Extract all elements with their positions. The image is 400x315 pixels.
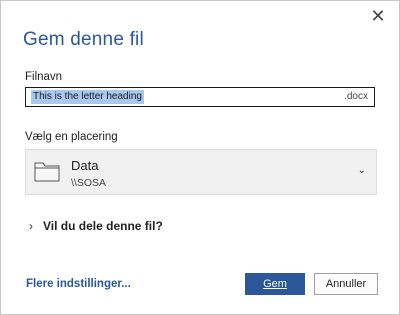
chevron-down-icon[interactable]: ⌄ (358, 165, 366, 176)
dialog-title: Gem denne fil (23, 29, 144, 50)
filename-value[interactable]: This is the letter heading (31, 90, 144, 104)
share-label: Vil du dele denne fil? (43, 219, 163, 233)
save-button[interactable]: Gem (245, 273, 305, 295)
folder-icon (34, 162, 60, 182)
cancel-button[interactable]: Annuller (314, 273, 378, 295)
location-name: Data (71, 158, 99, 173)
location-label: Vælg en placering (25, 131, 118, 143)
location-dropdown[interactable]: Data \\SOSA ⌄ (25, 149, 377, 195)
filename-field[interactable]: This is the letter heading .docx (25, 87, 375, 107)
share-expander[interactable]: › Vil du dele denne fil? (29, 219, 163, 233)
save-dialog: ✕ Gem denne fil Filnavn This is the lett… (0, 0, 400, 315)
save-button-label: Gem (263, 278, 287, 290)
close-icon[interactable]: ✕ (367, 5, 389, 27)
filename-label: Filnavn (25, 71, 63, 83)
more-options-link[interactable]: Flere indstillinger... (26, 278, 131, 290)
location-path: \\SOSA (71, 177, 107, 189)
chevron-right-icon: › (29, 219, 33, 233)
file-extension: .docx (344, 91, 368, 102)
